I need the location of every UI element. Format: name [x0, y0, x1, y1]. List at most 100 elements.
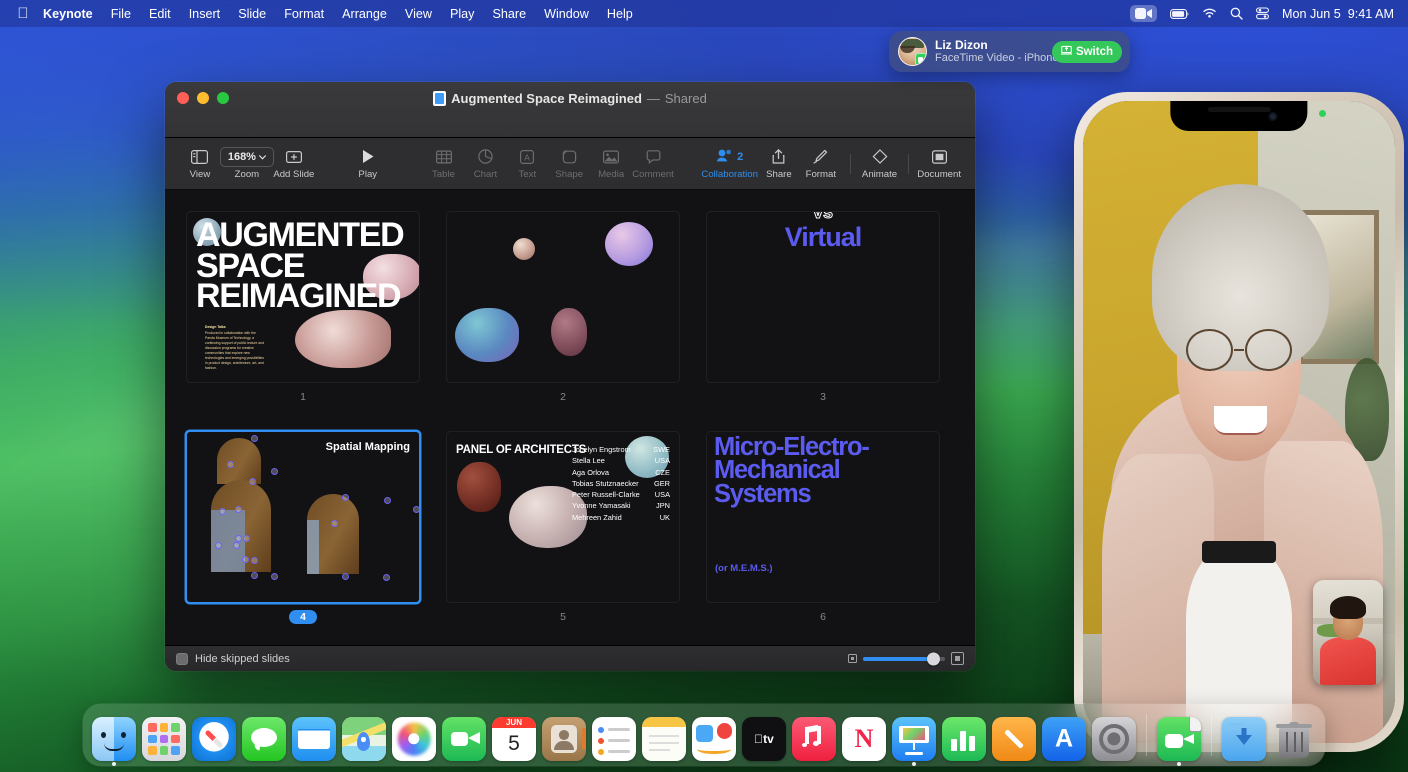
search-icon[interactable] — [1230, 7, 1243, 20]
dock-item-freeform[interactable] — [692, 717, 736, 761]
choker-necklace — [1202, 541, 1277, 563]
toolbar-document-button[interactable]: Document — [917, 148, 961, 180]
control-center-icon[interactable] — [1256, 7, 1269, 20]
menu-item-slide[interactable]: Slide — [229, 5, 275, 23]
toolbar-add-slide-button[interactable]: Add Slide — [273, 148, 315, 180]
facetime-notification-banner[interactable]: Liz Dizon FaceTime Video - iPhone › Swit… — [889, 31, 1130, 72]
music-icon — [792, 717, 836, 761]
facetime-icon — [442, 717, 486, 761]
trash-icon — [1272, 717, 1316, 761]
slider-knob[interactable] — [927, 652, 940, 665]
menu-bar-clock[interactable]: Mon Jun 5 9:41 AM — [1282, 7, 1394, 21]
iphone-screen[interactable] — [1083, 101, 1395, 743]
slide-thumbnail-2[interactable]: Kate Grella Augmented Space Reimagined P… — [447, 212, 679, 404]
caller-avatar — [898, 37, 927, 66]
keynote-window[interactable]: Augmented Space Reimagined — Shared View… — [165, 82, 975, 671]
zoom-pill[interactable]: 168% — [220, 147, 274, 167]
menu-item-share[interactable]: Share — [483, 5, 535, 23]
dock-item-messages[interactable] — [242, 717, 286, 761]
minimize-button[interactable] — [197, 92, 209, 104]
menu-item-play[interactable]: Play — [441, 5, 484, 23]
self-view-pip[interactable] — [1313, 580, 1383, 685]
dock-item-keynote[interactable] — [892, 717, 936, 761]
dock-item-facetime[interactable] — [442, 717, 486, 761]
apple-logo-icon[interactable]:  — [12, 6, 34, 21]
dock-item-notes[interactable] — [642, 717, 686, 761]
dock[interactable]: JUN 5 — [83, 704, 1325, 766]
dock-item-news[interactable]: N — [842, 717, 886, 761]
dock-item-numbers[interactable] — [942, 717, 986, 761]
dock-item-trash[interactable] — [1272, 717, 1316, 761]
dock-item-finder[interactable] — [92, 717, 136, 761]
menu-item-help[interactable]: Help — [598, 5, 642, 23]
slider-track[interactable] — [863, 657, 945, 661]
dock-item-contacts[interactable] — [542, 717, 586, 761]
dock-item-calendar[interactable]: JUN 5 — [492, 717, 536, 761]
dock-item-music[interactable] — [792, 717, 836, 761]
toolbar-view-button[interactable]: View — [179, 148, 221, 180]
slide-thumbnail-1[interactable]: AUGMENTED SPACE REIMAGINED Design Talks … — [187, 212, 419, 404]
toolbar-format-button[interactable]: Format — [800, 148, 842, 180]
slide-thumbnail-3[interactable]: Augmented vs Virtual Kate Grella Augment… — [707, 212, 939, 404]
toolbar-shape-button[interactable]: Shape — [548, 148, 590, 180]
dock-item-maps[interactable] — [342, 717, 386, 761]
battery-icon[interactable] — [1170, 9, 1189, 19]
menu-item-edit[interactable]: Edit — [140, 5, 180, 23]
keynote-document-icon — [433, 91, 446, 106]
animate-icon — [872, 148, 888, 166]
switch-button[interactable]: Switch — [1052, 41, 1122, 63]
dock-item-reminders[interactable] — [592, 717, 636, 761]
menu-item-keynote[interactable]: Keynote — [34, 5, 102, 23]
large-thumbnail-icon[interactable] — [951, 652, 964, 665]
slide-navigator[interactable]: AUGMENTED SPACE REIMAGINED Design Talks … — [165, 190, 975, 645]
slide-thumbnail-4[interactable]: Spatial Mapping Kate Grella Augmented Sp… — [187, 432, 419, 624]
toolbar-comment-button[interactable]: Comment — [632, 148, 674, 180]
toolbar-zoom-control[interactable]: 168% Zoom — [221, 148, 273, 180]
zoom-button[interactable] — [217, 92, 229, 104]
dock-item-photos[interactable] — [392, 717, 436, 761]
facetime-iphone-icon — [1157, 717, 1201, 761]
slide-number-3: 3 — [707, 389, 939, 404]
hide-skipped-slides-checkbox[interactable] — [176, 653, 188, 665]
menu-item-view[interactable]: View — [396, 5, 441, 23]
dock-item-launchpad[interactable] — [142, 717, 186, 761]
menu-item-arrange[interactable]: Arrange — [333, 5, 396, 23]
toolbar-play-button[interactable]: Play — [347, 148, 389, 180]
toolbar-collaboration-button[interactable]: 2 Collaboration — [701, 148, 758, 180]
close-button[interactable] — [177, 92, 189, 104]
toolbar-share-button[interactable]: Share — [758, 148, 800, 180]
dock-item-pages[interactable] — [992, 717, 1036, 761]
menu-item-window[interactable]: Window — [535, 5, 598, 23]
dock-item-system-settings[interactable] — [1092, 717, 1136, 761]
menu-item-format[interactable]: Format — [275, 5, 333, 23]
thumbnail-size-slider[interactable] — [848, 652, 964, 665]
wifi-icon[interactable] — [1202, 8, 1217, 19]
photos-icon — [392, 717, 436, 761]
freeform-icon — [692, 717, 736, 761]
dock-item-mail[interactable] — [292, 717, 336, 761]
slide-thumbnail-5[interactable]: PANEL OF ARCHITECTS Jocelyn EngstromSWE … — [447, 432, 679, 624]
hide-skipped-slides-label: Hide skipped slides — [195, 653, 290, 665]
slide-4-title: Spatial Mapping — [326, 441, 410, 453]
menu-item-insert[interactable]: Insert — [180, 5, 230, 23]
toolbar-animate-button[interactable]: Animate — [859, 148, 901, 180]
slide-thumbnail-6[interactable]: Micro-Electro-Mechanical Systems (or M.E… — [707, 432, 939, 624]
share-icon — [772, 148, 785, 166]
pages-icon — [992, 717, 1036, 761]
dock-item-facetime-iphone[interactable] — [1157, 717, 1201, 761]
toolbar-animate-label: Animate — [862, 169, 897, 180]
toolbar-chart-button[interactable]: Chart — [464, 148, 506, 180]
dock-item-app-store[interactable]: A — [1042, 717, 1086, 761]
small-thumbnail-icon[interactable] — [848, 654, 857, 663]
toolbar-text-button[interactable]: A Text — [506, 148, 548, 180]
toolbar-table-button[interactable]: Table — [423, 148, 465, 180]
appletv-icon: tv — [742, 717, 786, 761]
menu-item-file[interactable]: File — [102, 5, 140, 23]
dock-item-appletv[interactable]: tv — [742, 717, 786, 761]
dock-item-downloads[interactable] — [1222, 717, 1266, 761]
slide-6-title: Micro-Electro-Mechanical Systems — [714, 436, 933, 506]
video-camera-icon[interactable] — [1130, 5, 1157, 22]
iphone-device[interactable] — [1074, 92, 1404, 752]
toolbar-media-button[interactable]: Media — [590, 148, 632, 180]
dock-item-safari[interactable] — [192, 717, 236, 761]
